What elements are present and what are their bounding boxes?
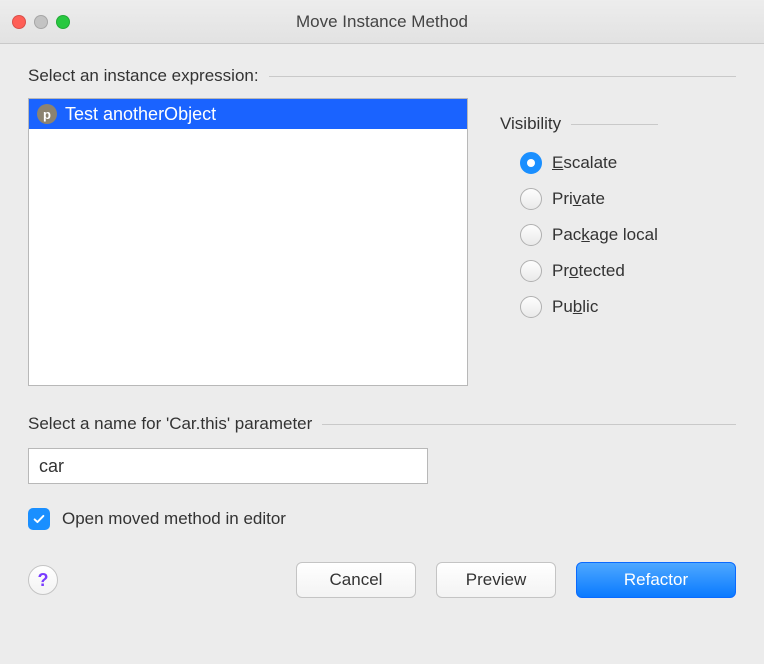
parameter-icon: p (37, 104, 57, 124)
cancel-button[interactable]: Cancel (296, 562, 416, 598)
radio-label: Protected (552, 261, 625, 281)
name-section-header: Select a name for 'Car.this' parameter (28, 414, 736, 434)
checkbox-label: Open moved method in editor (62, 509, 286, 529)
parameter-name-input[interactable] (28, 448, 428, 484)
visibility-escalate[interactable]: Escalate (520, 152, 658, 174)
window-controls (12, 15, 70, 29)
maximize-window-button[interactable] (56, 15, 70, 29)
visibility-header: Visibility (500, 114, 561, 134)
radio-label: Escalate (552, 153, 617, 173)
visibility-panel: Visibility Escalate Private Package loca… (500, 94, 658, 318)
list-item-label: Test anotherObject (65, 104, 216, 125)
preview-button[interactable]: Preview (436, 562, 556, 598)
titlebar: Move Instance Method (0, 0, 764, 44)
refactor-button[interactable]: Refactor (576, 562, 736, 598)
checkbox-icon (28, 508, 50, 530)
radio-icon (520, 152, 542, 174)
divider (269, 76, 736, 77)
divider (322, 424, 736, 425)
minimize-window-button[interactable] (34, 15, 48, 29)
help-button[interactable]: ? (28, 565, 58, 595)
visibility-public[interactable]: Public (520, 296, 658, 318)
name-section-label: Select a name for 'Car.this' parameter (28, 414, 312, 434)
visibility-private[interactable]: Private (520, 188, 658, 210)
radio-label: Public (552, 297, 598, 317)
instance-section-header: Select an instance expression: (28, 66, 736, 86)
radio-icon (520, 188, 542, 210)
radio-label: Private (552, 189, 605, 209)
instance-section-label: Select an instance expression: (28, 66, 259, 86)
radio-icon (520, 260, 542, 282)
instance-expression-list[interactable]: p Test anotherObject (28, 98, 468, 386)
window-title: Move Instance Method (0, 12, 764, 32)
list-item[interactable]: p Test anotherObject (29, 99, 467, 129)
open-in-editor-checkbox[interactable]: Open moved method in editor (28, 508, 736, 530)
visibility-radio-group: Escalate Private Package local Protected… (500, 152, 658, 318)
radio-icon (520, 224, 542, 246)
divider (571, 124, 658, 125)
visibility-package-local[interactable]: Package local (520, 224, 658, 246)
close-window-button[interactable] (12, 15, 26, 29)
radio-label: Package local (552, 225, 658, 245)
radio-icon (520, 296, 542, 318)
visibility-protected[interactable]: Protected (520, 260, 658, 282)
